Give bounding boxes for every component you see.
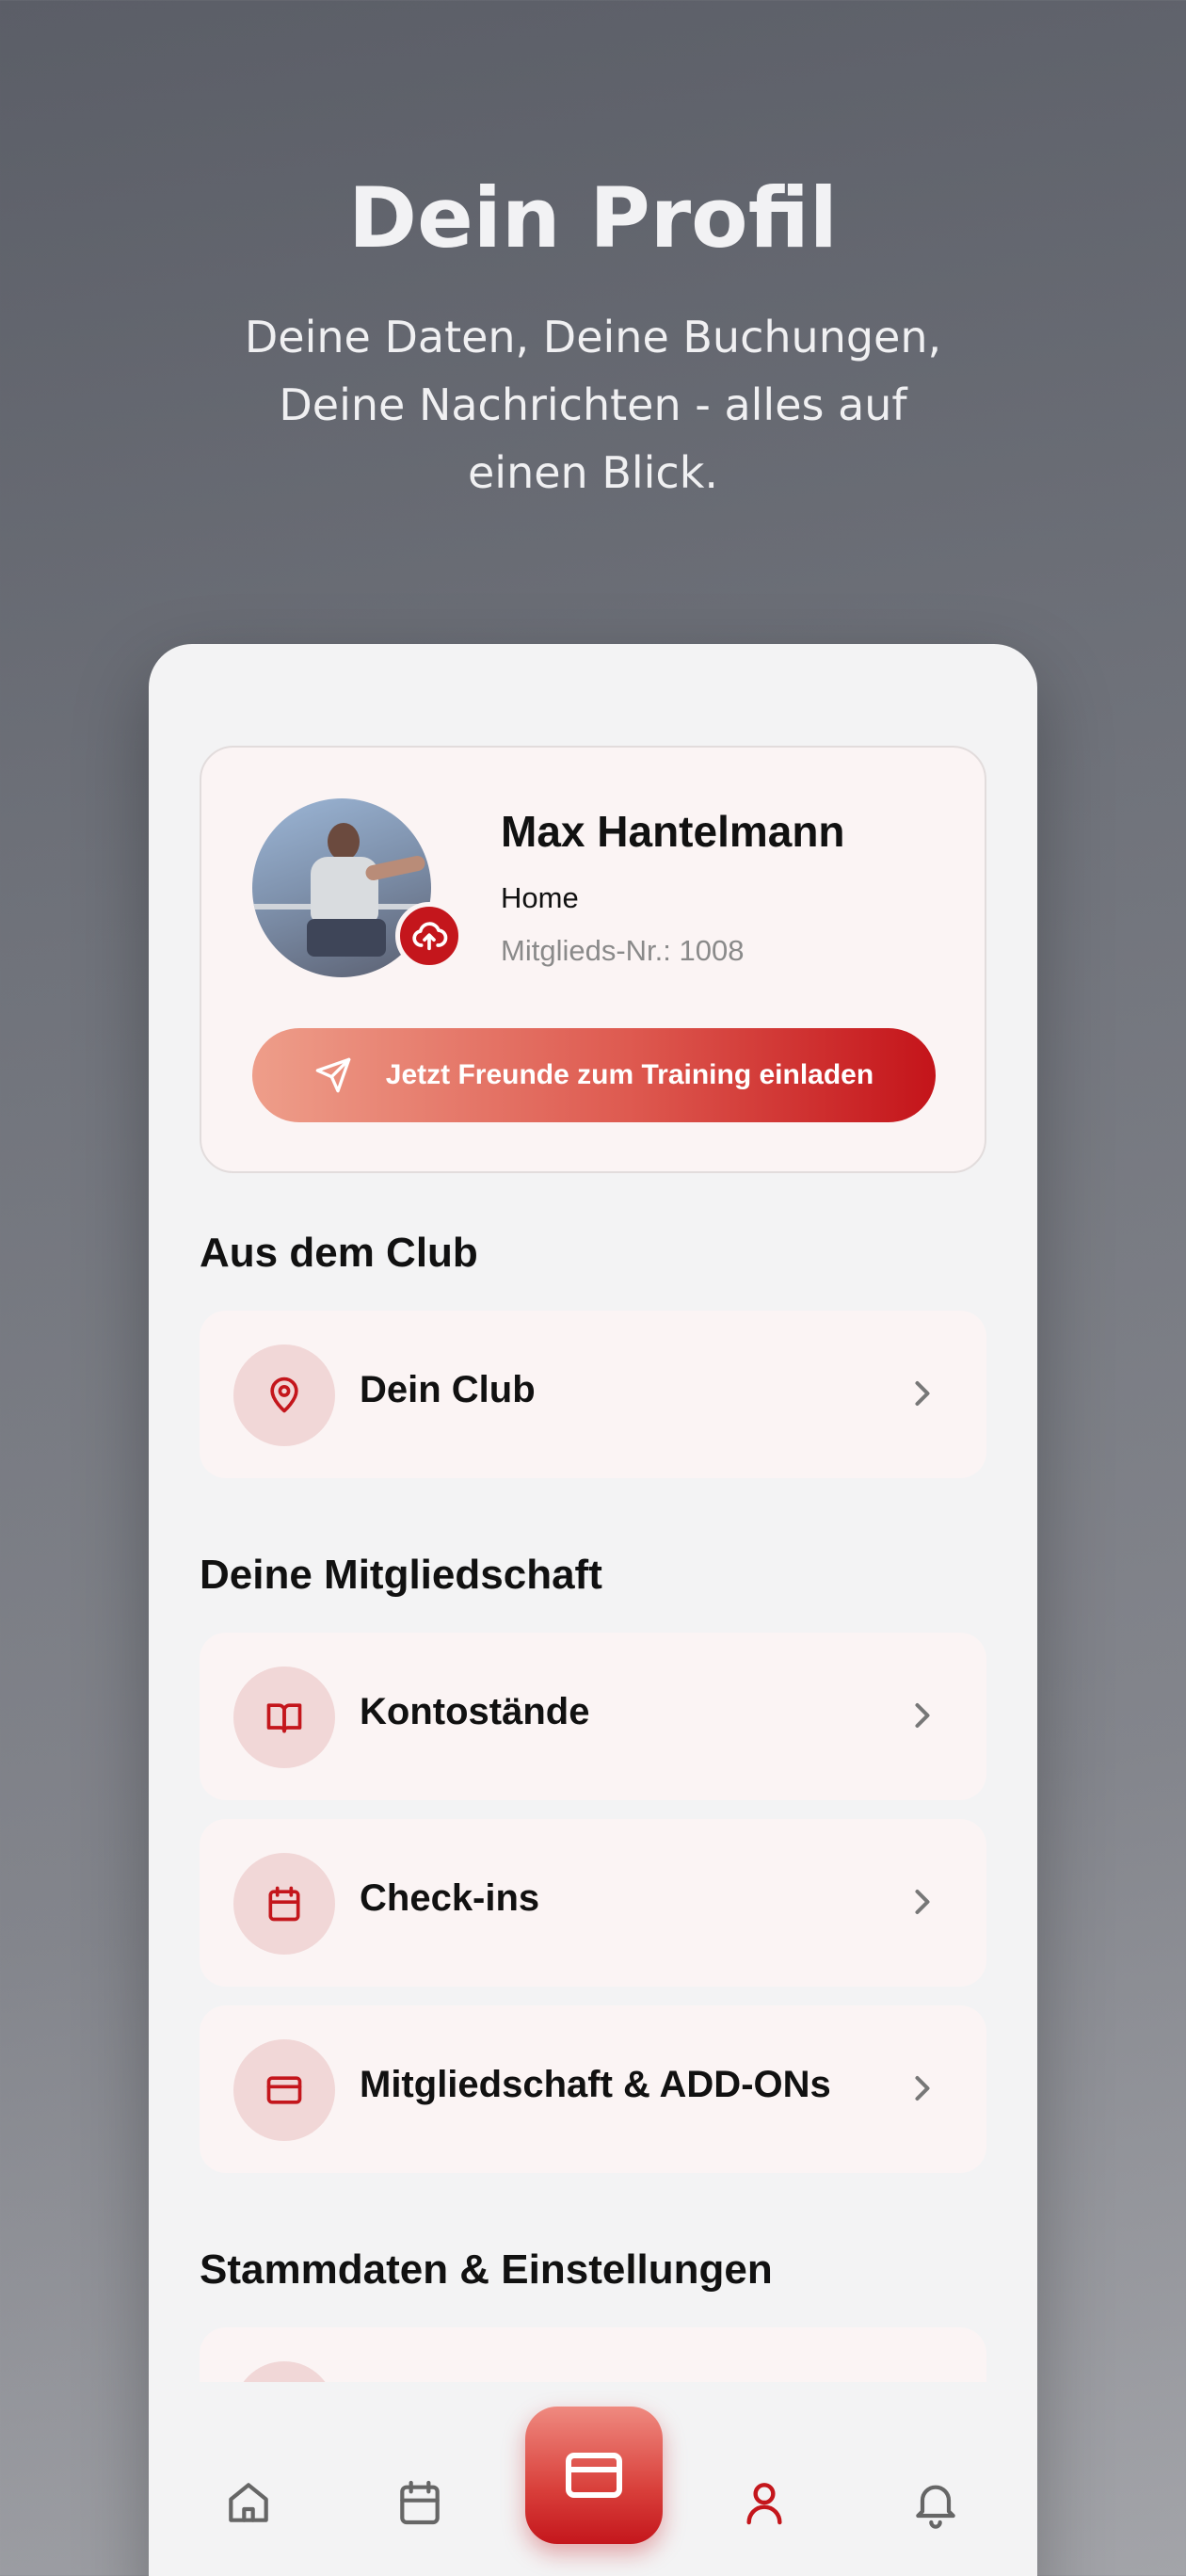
nav-notifications[interactable]: [907, 2474, 964, 2531]
invite-label: Jetzt Freunde zum Training einladen: [385, 1059, 874, 1090]
chevron-right-icon: [915, 1889, 930, 1915]
subheadline: Deine Daten, Deine Buchungen, Deine Nach…: [244, 312, 942, 498]
location-pin-icon: [233, 1344, 335, 1446]
upload-photo-button[interactable]: [395, 902, 463, 970]
bell-icon: [916, 2485, 955, 2529]
bottom-nav: [149, 2382, 1037, 2576]
nav-home[interactable]: [220, 2474, 277, 2531]
profile-name: Max Hantelmann: [501, 807, 845, 856]
chevron-right-icon: [915, 2075, 930, 2101]
calendar-icon: [233, 1853, 335, 1955]
card-icon: [566, 2453, 622, 2498]
send-icon: [315, 1057, 351, 1093]
section-title-settings: Stammdaten & Einstellungen: [200, 2246, 773, 2293]
row-checkins[interactable]: Check-ins: [200, 1819, 986, 1987]
nav-card[interactable]: [525, 2407, 663, 2544]
headline: Dein Profil: [348, 169, 838, 266]
row-label-club: Dein Club: [360, 1369, 536, 1410]
profile-location: Home: [501, 881, 579, 914]
row-label-balances: Kontostände: [360, 1691, 590, 1732]
book-icon: [233, 1666, 335, 1768]
home-icon: [229, 2483, 268, 2522]
section-title-membership: Deine Mitgliedschaft: [200, 1552, 602, 1598]
user-icon: [746, 2483, 782, 2525]
calendar-icon: [400, 2480, 440, 2525]
nav-profile[interactable]: [736, 2474, 793, 2531]
row-label-checkins: Check-ins: [360, 1877, 540, 1919]
credit-card-icon: [233, 2039, 335, 2141]
nav-calendar[interactable]: [392, 2474, 448, 2531]
row-dein-club[interactable]: Dein Club: [200, 1311, 986, 1478]
member-number: Mitglieds-Nr.: 1008: [501, 934, 745, 967]
row-label-membership: Mitgliedschaft & ADD-ONs: [360, 2064, 831, 2105]
chevron-right-icon: [915, 1380, 930, 1407]
row-kontostaende[interactable]: Kontostände: [200, 1633, 986, 1800]
phone-screen: Max Hantelmann Home Mitglieds-Nr.: 1008 …: [149, 644, 1037, 2576]
row-membership-addons[interactable]: Mitgliedschaft & ADD-ONs: [200, 2005, 986, 2173]
invite-friends-button[interactable]: Jetzt Freunde zum Training einladen: [252, 1028, 936, 1122]
section-title-club: Aus dem Club: [200, 1230, 478, 1276]
profile-card: Max Hantelmann Home Mitglieds-Nr.: 1008 …: [200, 746, 986, 1173]
cloud-upload-icon: [412, 922, 448, 951]
chevron-right-icon: [915, 1702, 930, 1729]
